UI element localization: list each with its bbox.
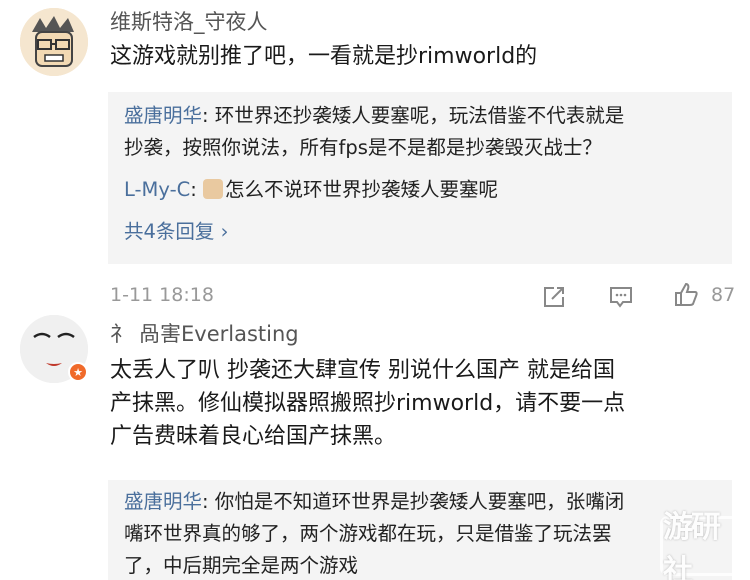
reply-text: 环世界还抄袭矮人要塞呢，玩法借鉴不代表就是 (214, 104, 625, 127)
reply-colon: : (202, 104, 215, 127)
reply-1-line-1: 盛唐明华: 环世界还抄袭矮人要塞呢，玩法借鉴不代表就是 (124, 100, 624, 132)
comment-icon[interactable] (607, 283, 635, 311)
comment-text-line: 产抹黑。修仙模拟器照搬照抄rimworld，请不要一点 (110, 391, 626, 416)
reply-2: L-My-C: 怎么不说环世界抄袭矮人要塞呢 (124, 174, 498, 206)
cartoon-face-icon (20, 8, 88, 76)
reply-box: 盛唐明华: 环世界还抄袭矮人要塞呢，玩法借鉴不代表就是 抄袭，按照你说法，所有f… (108, 92, 732, 264)
username[interactable]: 礻咼害Everlasting (110, 318, 299, 348)
avatar[interactable] (20, 8, 88, 76)
watermark-text: 游研社 (663, 510, 721, 580)
reply-1-line-3: 了，中后期完全是两个游戏 (124, 554, 359, 577)
comment-1: 维斯特洛_守夜人 这游戏就别推了吧，一看就是抄rimworld的 盛唐明华: 环… (0, 0, 750, 310)
timestamp: 1-11 18:18 (110, 284, 214, 306)
like-count: 87 (711, 284, 736, 306)
reply-1-line-2: 抄袭，按照你说法，所有fps是不是都是抄袭毁灭战士？ (124, 136, 602, 159)
comment-2: ★ 礻咼害Everlasting 太丢人了叭 抄袭还大肆宣传 别说什么国产 就是… (0, 310, 750, 580)
reply-1-line-1: 盛唐明华: 你怕是不知道环世界是抄袭矮人要塞吧，张嘴闭 (124, 486, 624, 518)
reply-author[interactable]: 盛唐明华 (124, 104, 202, 127)
cat-emoji-icon (203, 179, 224, 199)
comment-text: 太丢人了叭 抄袭还大肆宣传 别说什么国产 就是给国 产抹黑。修仙模拟器照搬照抄r… (110, 354, 625, 453)
reply-text: 怎么不说环世界抄袭矮人要塞呢 (225, 178, 499, 201)
reply-1-line-2: 嘴环世界真的够了，两个游戏都在玩，只是借鉴了玩法罢 (124, 522, 612, 545)
reply-author[interactable]: L-My-C (124, 178, 190, 201)
reply-author[interactable]: 盛唐明华 (124, 490, 202, 513)
reply-text: 你怕是不知道环世界是抄袭矮人要塞吧，张嘴闭 (214, 490, 625, 513)
reply-colon: : (202, 490, 215, 513)
watermark-logo: 游研社 (660, 510, 740, 580)
reply-colon: : (190, 178, 204, 201)
comment-text: 这游戏就别推了吧，一看就是抄rimworld的 (110, 44, 538, 69)
more-replies-link[interactable]: 共4条回复 › (124, 216, 228, 248)
thumbs-up-icon[interactable] (672, 281, 700, 309)
share-icon[interactable] (540, 283, 568, 311)
verified-badge-icon: ★ (68, 362, 88, 382)
comment-text-line: 太丢人了叭 抄袭还大肆宣传 别说什么国产 就是给国 (110, 358, 615, 383)
username[interactable]: 维斯特洛_守夜人 (110, 6, 268, 36)
reply-box: 盛唐明华: 你怕是不知道环世界是抄袭矮人要塞吧，张嘴闭 嘴环世界真的够了，两个游… (108, 480, 732, 580)
username-text: 咼害Everlasting (139, 322, 299, 346)
username-prefix: 礻 (110, 322, 131, 346)
comment-text-line: 广告费昧着良心给国产抹黑。 (110, 424, 397, 449)
